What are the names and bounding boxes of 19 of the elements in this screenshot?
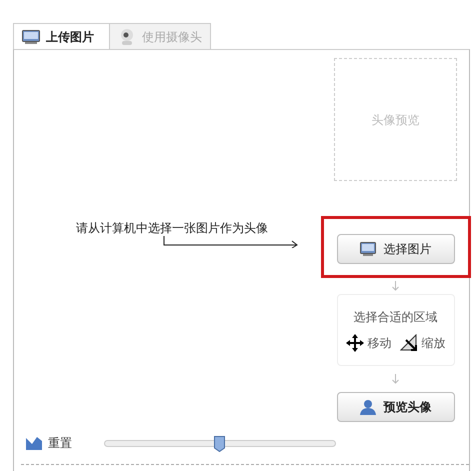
region-title: 选择合适的区域 [354,309,438,326]
choose-image-button[interactable]: 选择图片 [336,234,454,264]
preview-avatar-button[interactable]: 预览头像 [336,392,454,422]
tab[interactable]: 上传图片 [13,23,110,50]
down-arrow-icon [392,281,399,291]
zoom-slider[interactable] [104,434,336,452]
move-icon [346,334,364,352]
webcam-icon [118,28,136,46]
move-label: 移动 [368,335,392,352]
slider-thumb[interactable] [214,436,225,452]
instruction-text: 请从计算机中选择一张图片作为头像 [76,220,268,237]
reset-label[interactable]: 重置 [48,434,72,452]
zoom-label: 缩放 [422,335,446,352]
monitor-icon [360,242,376,256]
person-icon [360,399,376,415]
monitor-icon [22,30,40,44]
down-arrow-icon [392,374,399,384]
resize-icon [400,334,418,352]
preview-label: 头像预览 [372,112,420,128]
